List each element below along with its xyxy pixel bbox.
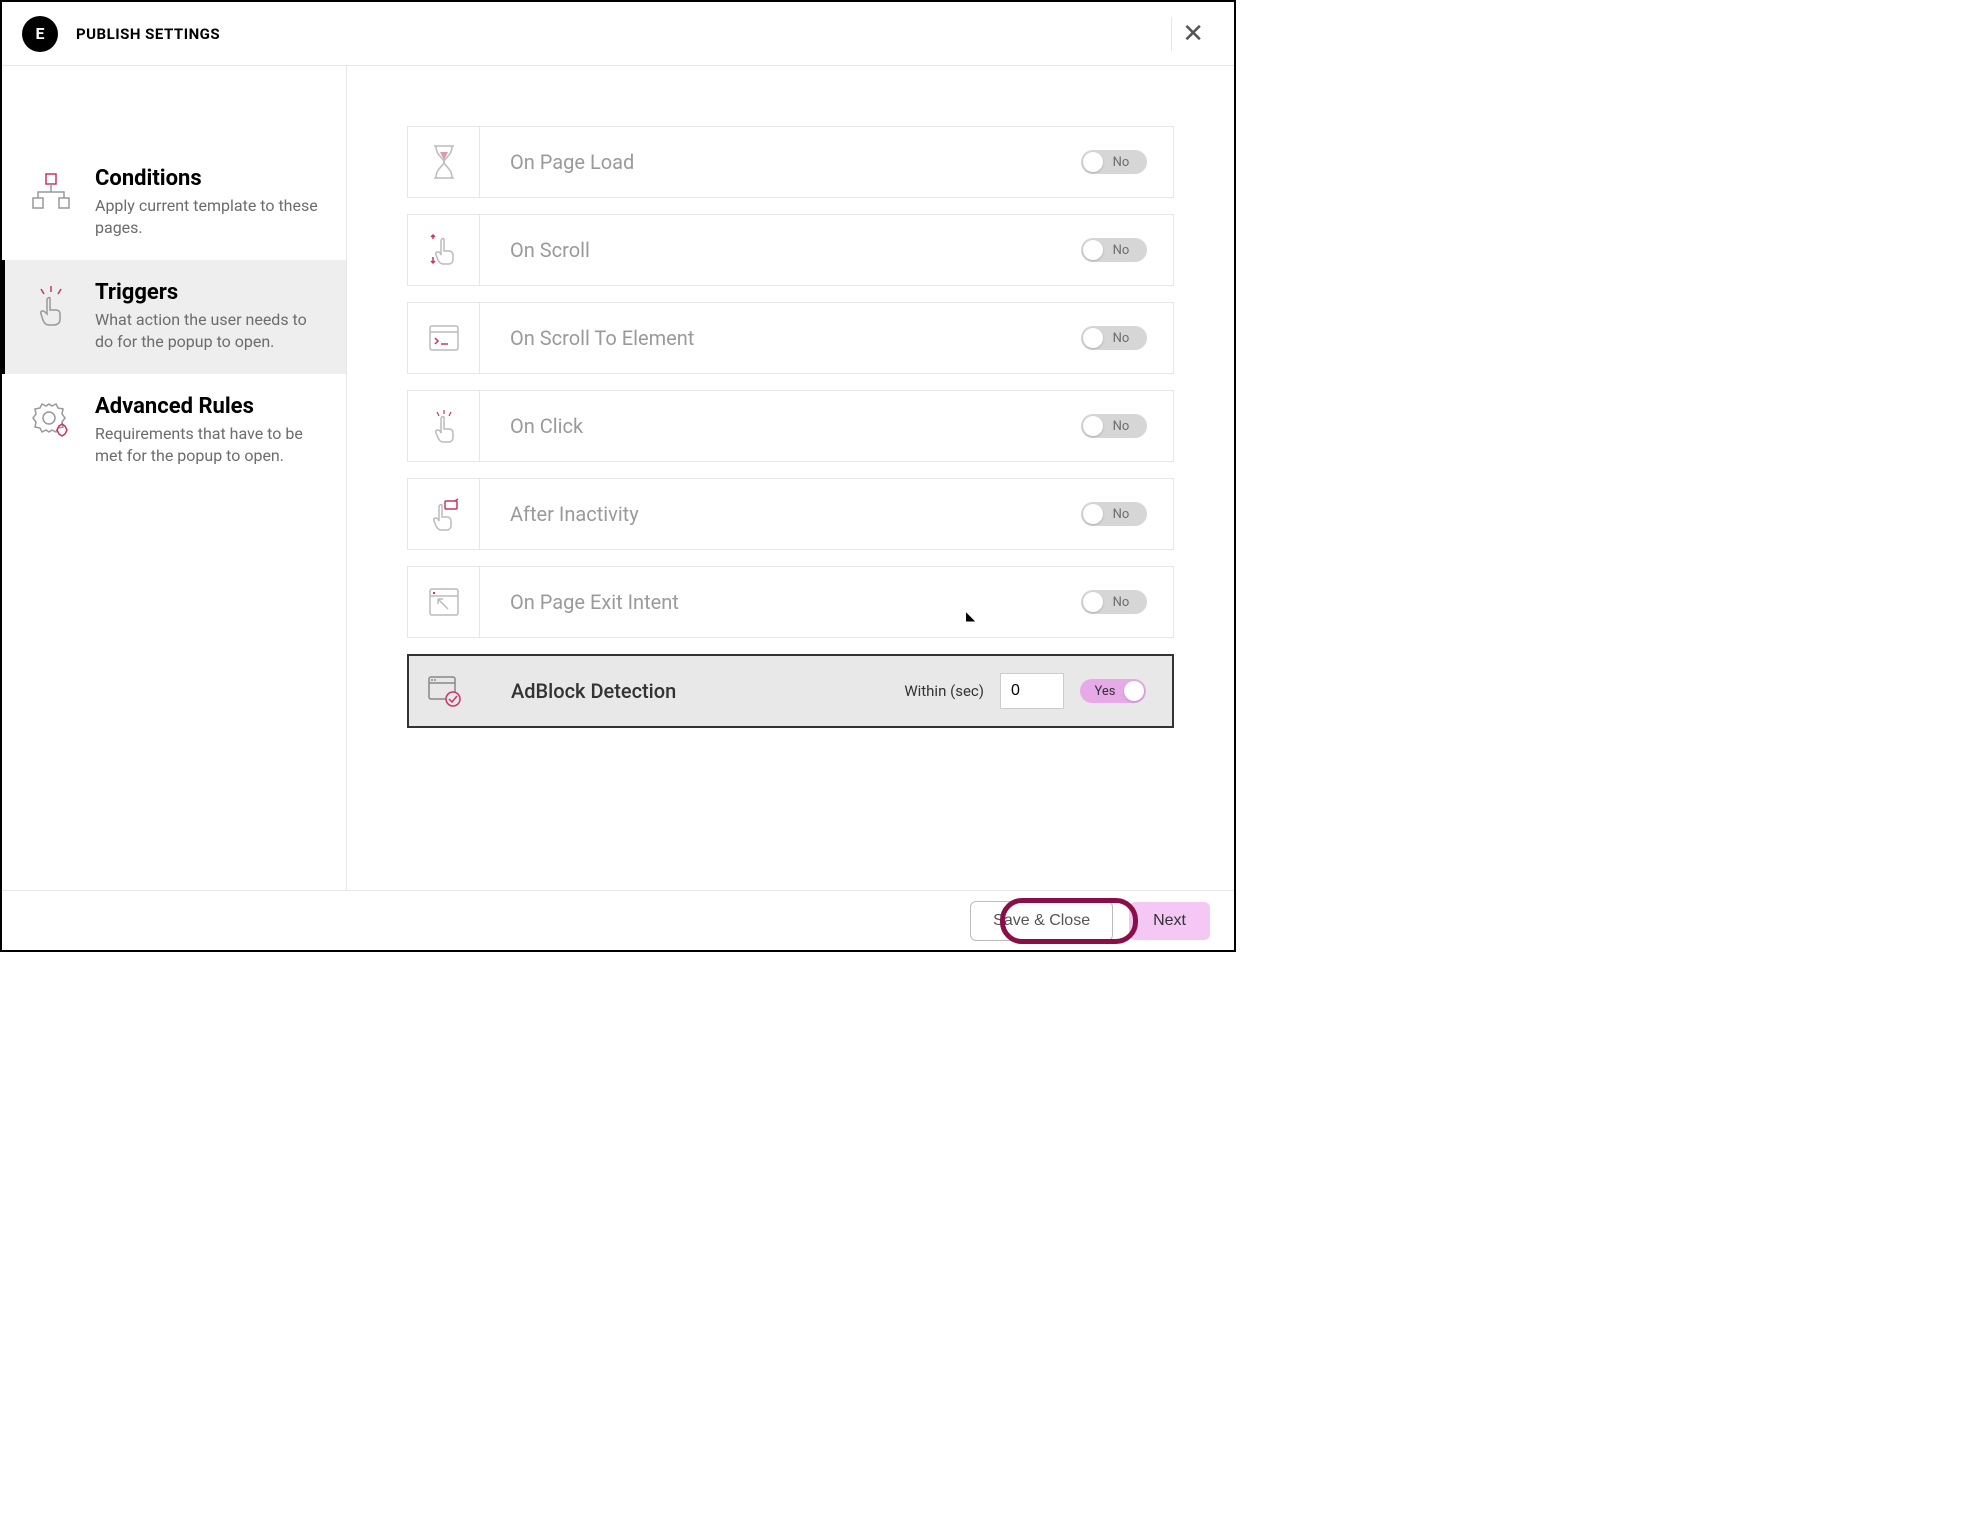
toggle-on-scroll[interactable]: No — [1081, 238, 1147, 262]
hourglass-icon — [408, 127, 480, 197]
trigger-on-click[interactable]: On Click No — [407, 390, 1174, 462]
within-label: Within (sec) — [904, 682, 984, 700]
close-button[interactable]: ✕ — [1171, 17, 1214, 51]
advanced-rules-icon — [25, 394, 77, 446]
conditions-icon — [25, 166, 77, 218]
trigger-on-scroll-to-element[interactable]: On Scroll To Element No — [407, 302, 1174, 374]
sidebar-item-advanced[interactable]: Advanced Rules Requirements that have to… — [2, 374, 346, 488]
click-icon — [408, 391, 480, 461]
triggers-title: Triggers — [95, 280, 322, 305]
trigger-label: On Click — [480, 414, 1081, 438]
trigger-after-inactivity[interactable]: After Inactivity No — [407, 478, 1174, 550]
trigger-label: After Inactivity — [480, 502, 1081, 526]
within-sec-input[interactable] — [1000, 673, 1064, 709]
scroll-icon — [408, 215, 480, 285]
trigger-on-page-load[interactable]: On Page Load No — [407, 126, 1174, 198]
triggers-desc: What action the user needs to do for the… — [95, 309, 322, 354]
trigger-adblock-detection[interactable]: AdBlock Detection Within (sec) Yes — [407, 654, 1174, 728]
terminal-icon — [408, 303, 480, 373]
adblock-icon — [409, 656, 481, 726]
exit-intent-icon — [408, 567, 480, 637]
trigger-on-page-exit-intent[interactable]: On Page Exit Intent No — [407, 566, 1174, 638]
page-title: PUBLISH SETTINGS — [76, 25, 220, 43]
advanced-desc: Requirements that have to be met for the… — [95, 423, 322, 468]
toggle-after-inactivity[interactable]: No — [1081, 502, 1147, 526]
triggers-icon — [25, 280, 77, 332]
toggle-adblock-detection[interactable]: Yes — [1080, 679, 1146, 703]
toggle-on-click[interactable]: No — [1081, 414, 1147, 438]
conditions-title: Conditions — [95, 166, 322, 191]
footer: Save & Close Next — [2, 890, 1234, 950]
save-and-close-button[interactable]: Save & Close — [970, 901, 1113, 941]
sidebar-item-triggers[interactable]: Triggers What action the user needs to d… — [2, 260, 346, 374]
toggle-on-scroll-to-element[interactable]: No — [1081, 326, 1147, 350]
advanced-title: Advanced Rules — [95, 394, 322, 419]
trigger-label: On Page Load — [480, 150, 1081, 174]
toggle-on-page-exit-intent[interactable]: No — [1081, 590, 1147, 614]
trigger-label: On Scroll — [480, 238, 1081, 262]
conditions-desc: Apply current template to these pages. — [95, 195, 322, 240]
trigger-on-scroll[interactable]: On Scroll No — [407, 214, 1174, 286]
sidebar: Conditions Apply current template to the… — [2, 66, 347, 890]
sidebar-item-conditions[interactable]: Conditions Apply current template to the… — [2, 146, 346, 260]
trigger-label: On Scroll To Element — [480, 326, 1081, 350]
elementor-logo: E — [22, 16, 58, 52]
next-button[interactable]: Next — [1129, 902, 1210, 940]
toggle-on-page-load[interactable]: No — [1081, 150, 1147, 174]
main-content: On Page Load No On Scroll No On Scroll T… — [347, 66, 1234, 890]
trigger-label: On Page Exit Intent — [480, 590, 1081, 614]
inactivity-icon — [408, 479, 480, 549]
trigger-label: AdBlock Detection — [481, 679, 904, 703]
